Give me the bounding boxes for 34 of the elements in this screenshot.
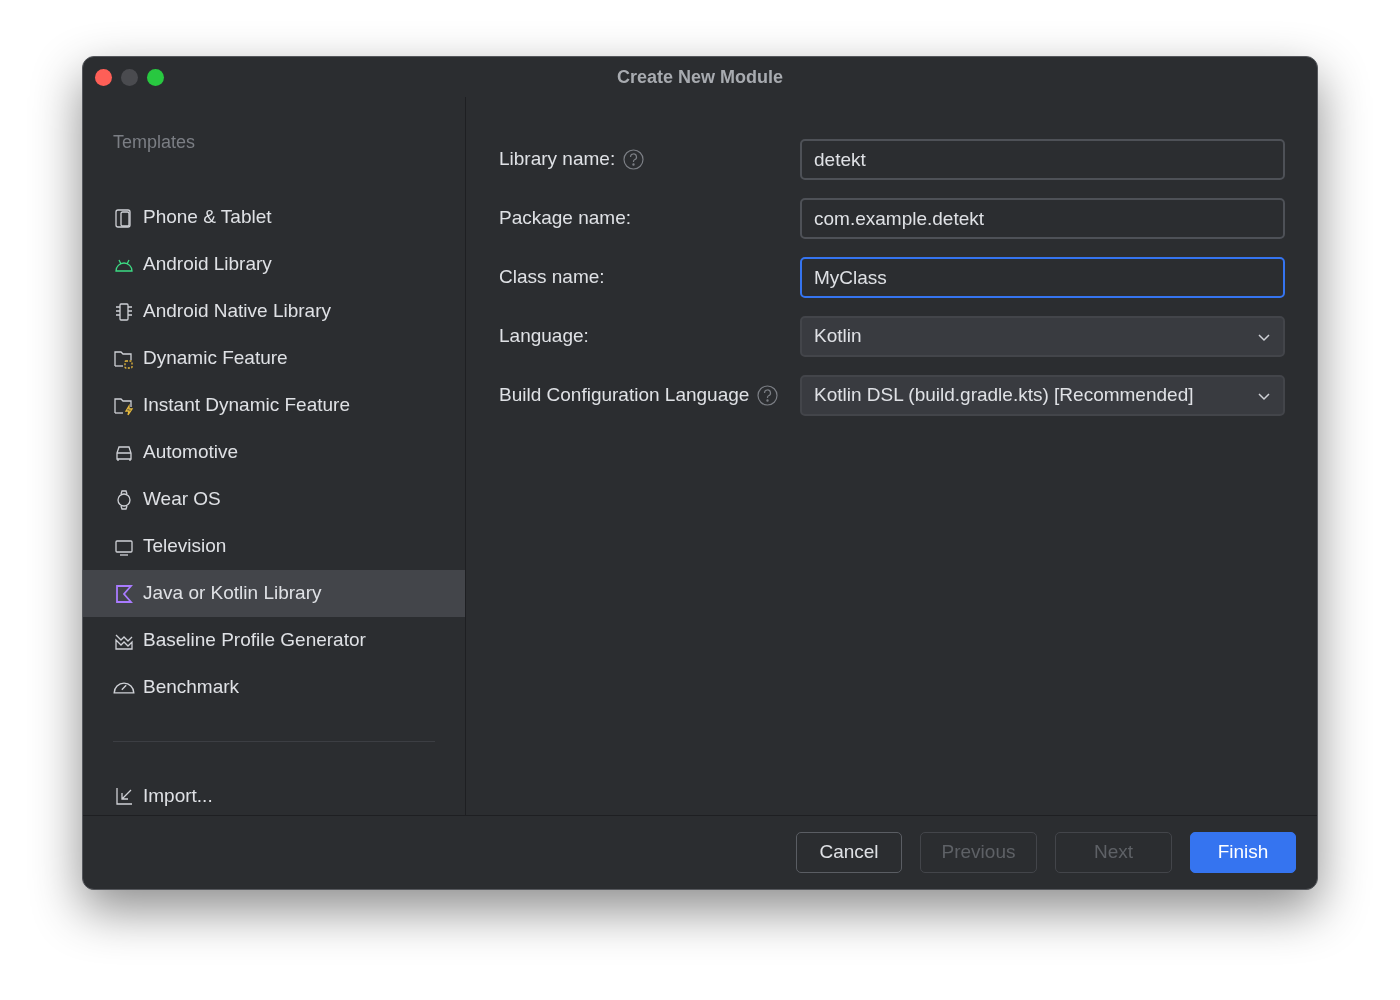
- template-item[interactable]: Dynamic Feature: [83, 335, 465, 382]
- field-label: Library name:: [499, 147, 616, 172]
- help-icon[interactable]: [623, 149, 645, 170]
- field-label: Build Configuration Language: [499, 383, 750, 408]
- input-field[interactable]: detekt: [800, 139, 1285, 180]
- field-label: Package name:: [499, 206, 632, 231]
- import-link[interactable]: Import...: [143, 782, 213, 811]
- template-item[interactable]: Automotive: [83, 429, 465, 476]
- template-item[interactable]: Instant Dynamic Feature: [83, 382, 465, 429]
- template-item[interactable]: Baseline Profile Generator: [83, 617, 465, 664]
- dropdown-field[interactable]: Kotlin: [800, 316, 1285, 357]
- help-icon[interactable]: [757, 385, 779, 406]
- sidebar-heading: Templates: [112, 131, 197, 154]
- template-item[interactable]: Java or Kotlin Library: [83, 570, 465, 617]
- template-item[interactable]: Phone & Tablet: [83, 194, 465, 241]
- zoom-button[interactable]: [147, 68, 164, 86]
- import-arrow-icon: [113, 785, 135, 808]
- dialog-button[interactable]: Finish: [1190, 832, 1296, 873]
- input-field[interactable]: MyClass: [800, 257, 1285, 298]
- gauge-icon: [113, 681, 135, 694]
- template-item[interactable]: Android Native Library: [83, 288, 465, 335]
- input-field[interactable]: com.example.detekt: [800, 198, 1285, 239]
- window-title: Create New Module: [616, 65, 783, 89]
- chip-icon: [113, 300, 135, 323]
- close-button[interactable]: [95, 68, 112, 86]
- field-label: Language:: [499, 324, 589, 349]
- field-label: Class name:: [499, 265, 605, 290]
- template-item[interactable]: Android Library: [83, 241, 465, 288]
- dialog-button[interactable]: Cancel: [796, 832, 902, 873]
- dropdown-field[interactable]: Kotlin DSL (build.gradle.kts) [Recommended]: [800, 375, 1285, 416]
- template-item[interactable]: Television: [83, 523, 465, 570]
- template-item[interactable]: Wear OS: [83, 476, 465, 523]
- kotlin-icon: [113, 582, 135, 605]
- template-item[interactable]: Benchmark: [83, 664, 465, 711]
